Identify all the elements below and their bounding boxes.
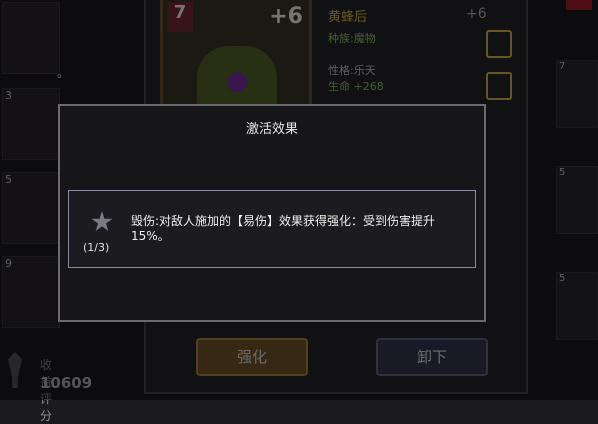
card-thumb-level: 9 (5, 257, 12, 270)
close-corner[interactable] (566, 0, 592, 10)
card-thumb-level: 5 (559, 273, 566, 284)
left-card-column: 3 5 9 收益评分 10609 (0, 0, 92, 423)
modal-title: 激活效果 (245, 122, 298, 137)
right-card-column: 7 5 5 (528, 0, 598, 400)
strengthen-button[interactable]: 强化 (196, 338, 308, 376)
card-thumb-level: 5 (5, 173, 12, 186)
card-thumb[interactable]: 7 (556, 60, 598, 128)
card-plus-level: +6 (269, 4, 303, 29)
effect-entry: (1/3) 毁伤:对敌人施加的【易伤】效果获得强化：受到伤害提升15%。 (68, 190, 476, 268)
sword-icon (8, 352, 22, 388)
card-thumb-level: 5 (559, 167, 566, 178)
dot-mark: 。 (57, 66, 70, 80)
activation-effect-modal: 激活效果 (1/3) 毁伤:对敌人施加的【易伤】效果获得强化：受到伤害提升15%… (58, 104, 486, 322)
card-thumb[interactable]: 9 (2, 256, 60, 328)
gem-icon (227, 72, 247, 92)
card-name-plus: +6 (466, 6, 487, 22)
card-hp: 生命 +268 (328, 80, 384, 93)
effect-count: (1/3) (83, 241, 110, 254)
card-race: 种族:魔物 (328, 32, 376, 45)
card-thumb[interactable]: 5 (556, 166, 598, 234)
card-thumb[interactable]: 3 (2, 88, 60, 160)
card-thumb[interactable]: 5 (2, 172, 60, 244)
card-thumb-level: 3 (5, 89, 12, 102)
card-thumb[interactable]: 5 (556, 272, 598, 340)
unload-button[interactable]: 卸下 (376, 338, 488, 376)
power-value: 10609 (40, 374, 93, 392)
card-level-badge: 7 (167, 2, 193, 32)
card-name: 黄蜂后 (328, 10, 368, 25)
lock-icon[interactable] (486, 72, 512, 100)
card-thumb[interactable] (2, 2, 60, 74)
lock-icon[interactable] (486, 30, 512, 58)
effect-description: 毁伤:对敌人施加的【易伤】效果获得强化：受到伤害提升15%。 (131, 214, 436, 243)
card-personality: 性格:乐天 (328, 64, 376, 77)
card-thumb-level: 7 (559, 61, 566, 72)
star-icon (91, 211, 113, 232)
